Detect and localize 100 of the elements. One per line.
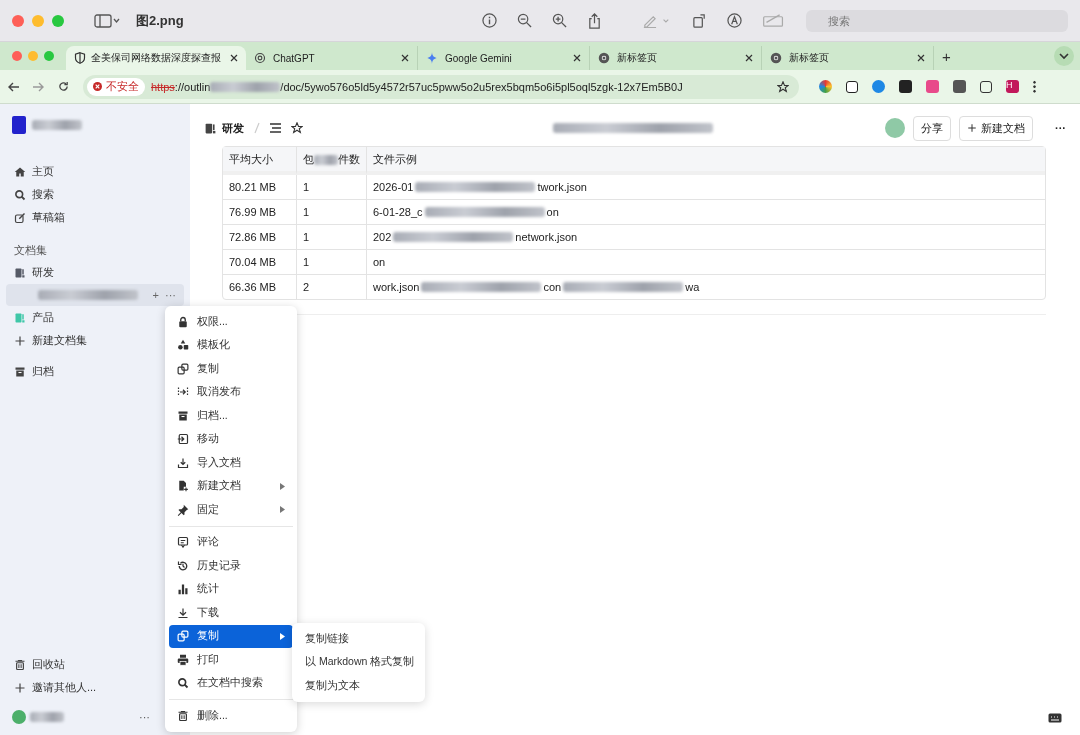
new-tab-button[interactable]: + [934,47,959,65]
new-document-icon [177,480,189,493]
profile-avatar[interactable]: H [1006,80,1019,93]
menu-item[interactable]: 新建文档 [169,474,293,498]
sidebar-item[interactable]: 搜索 [6,183,184,206]
menu-item[interactable]: 归档... [169,404,293,428]
info-icon[interactable] [482,13,497,28]
menu-item[interactable]: 评论 [169,530,293,554]
share-button[interactable]: 分享 [913,115,951,141]
table-cell: 72.86 MB [223,225,297,250]
url-text: https://outlin /doc/5ywo576o5ld5y4572r57uc5pww5o2u5rex5bqm5o6i5pl5oql5zgk-12x7Em5B0J [151,80,683,93]
globe-icon [770,52,782,64]
extension-icon[interactable] [846,80,858,93]
comment-icon [177,536,189,549]
menu-item[interactable]: 复制为文本 [292,674,425,698]
menu-item[interactable]: 取消发布 [169,380,293,404]
close-tab-icon[interactable] [401,54,409,62]
add-icon[interactable]: + [152,289,159,301]
more-icon[interactable] [1033,80,1036,93]
more-icon[interactable]: ··· [1055,122,1066,134]
lock-icon [177,315,189,328]
section-title: 文档集 [13,242,48,258]
keyboard-icon[interactable] [1048,713,1062,723]
table-cell: 76.99 MB [223,200,297,225]
menu-item[interactable]: 删除... [169,704,293,728]
trash-icon [14,658,26,671]
redacted-text [314,154,338,165]
zoom-in-icon[interactable] [552,13,567,28]
window-title: 图2.png [136,11,184,30]
shield-icon [74,52,86,64]
trash-icon [177,709,189,722]
menu-item[interactable]: 以 Markdown 格式复制 [292,650,425,674]
search-icon [177,677,189,690]
star-icon[interactable] [291,122,303,134]
table-cell: 1 [297,175,367,200]
search-icon [14,188,26,201]
reload-icon[interactable] [58,81,69,92]
menu-item[interactable]: 复制 [169,624,293,648]
menu-item[interactable]: 下载 [169,601,293,625]
bar-chart-icon [177,583,189,596]
collection-icon [204,121,217,135]
sidebar-toggle-icon[interactable] [94,13,120,28]
column-header: 包 件数 [297,147,367,175]
zoom-out-icon[interactable] [517,13,532,28]
address-bar[interactable]: 不安全 https://outlin /doc/5ywo576o5ld5y4572r57uc5pww5o2u5rex5bqm5o6i5pl5oql5zgk-12x7Em5B0J [83,74,799,99]
menu-item[interactable]: 复制链接 [292,627,425,651]
rotate-icon[interactable] [692,13,707,28]
shapes-icon [177,339,189,352]
menu-item[interactable]: 历史记录 [169,554,293,578]
plus-icon [14,334,26,347]
markup-icon[interactable] [727,13,742,28]
puzzle-icon[interactable] [980,80,992,93]
extension-icon[interactable] [899,80,912,93]
more-icon[interactable]: ··· [165,289,176,301]
table-cell: 66.36 MB [223,275,297,299]
table-cell: 1 [297,200,367,225]
close-tab-icon[interactable] [745,54,753,62]
sidebar-item[interactable]: 主页 [6,160,184,183]
browser-tab[interactable]: 全美保司网络数据深度探查报 [66,46,246,70]
document-item[interactable]: + ··· [6,284,184,306]
import-icon [177,456,189,469]
knot-icon [254,52,266,64]
copy-icon [177,362,189,375]
copy-icon [177,630,189,643]
sidebar-item[interactable]: 研发 [6,261,184,284]
table-cell: on [367,250,1045,275]
history-icon [177,559,189,572]
column-header: 文件示例 [367,147,1045,175]
back-icon[interactable] [8,81,19,92]
menu-item[interactable]: 固定 [169,498,293,522]
archive-box-icon [177,409,189,422]
table-cell: 1 [297,250,367,275]
redacted-text [30,712,64,722]
close-tab-icon[interactable] [230,54,238,62]
table-cell: 202 network.json [367,225,1045,250]
menu-item[interactable]: 统计 [169,577,293,601]
pin-icon [177,503,189,516]
sidebar-item[interactable]: 草稿箱 [6,206,184,229]
table-cell: 1 [297,225,367,250]
close-tab-icon[interactable] [573,54,581,62]
forward-icon[interactable] [33,81,44,92]
security-badge[interactable]: 不安全 [87,77,145,96]
outline-icon[interactable] [270,123,281,133]
printer-icon [177,653,189,666]
chevron-down-icon[interactable] [1054,46,1074,66]
breadcrumb-link[interactable]: 研发 [204,120,244,136]
move-icon [177,433,189,446]
menu-item[interactable]: 移动 [169,427,293,451]
share-icon[interactable] [587,12,602,29]
close-tab-icon[interactable] [917,54,925,62]
menu-item[interactable]: 导入文档 [169,451,293,475]
bookmark-star-icon[interactable] [777,80,789,93]
home-icon [14,165,26,178]
more-icon[interactable]: ··· [139,711,150,723]
breadcrumb-separator-icon [254,122,260,134]
table-cell: 6-01-28_c on [367,200,1045,225]
table-cell: 2 [297,275,367,299]
redacted-text [32,120,82,130]
search-field[interactable]: 搜索 [806,9,1068,32]
new-document-button[interactable]: 新建文档 [959,115,1033,141]
